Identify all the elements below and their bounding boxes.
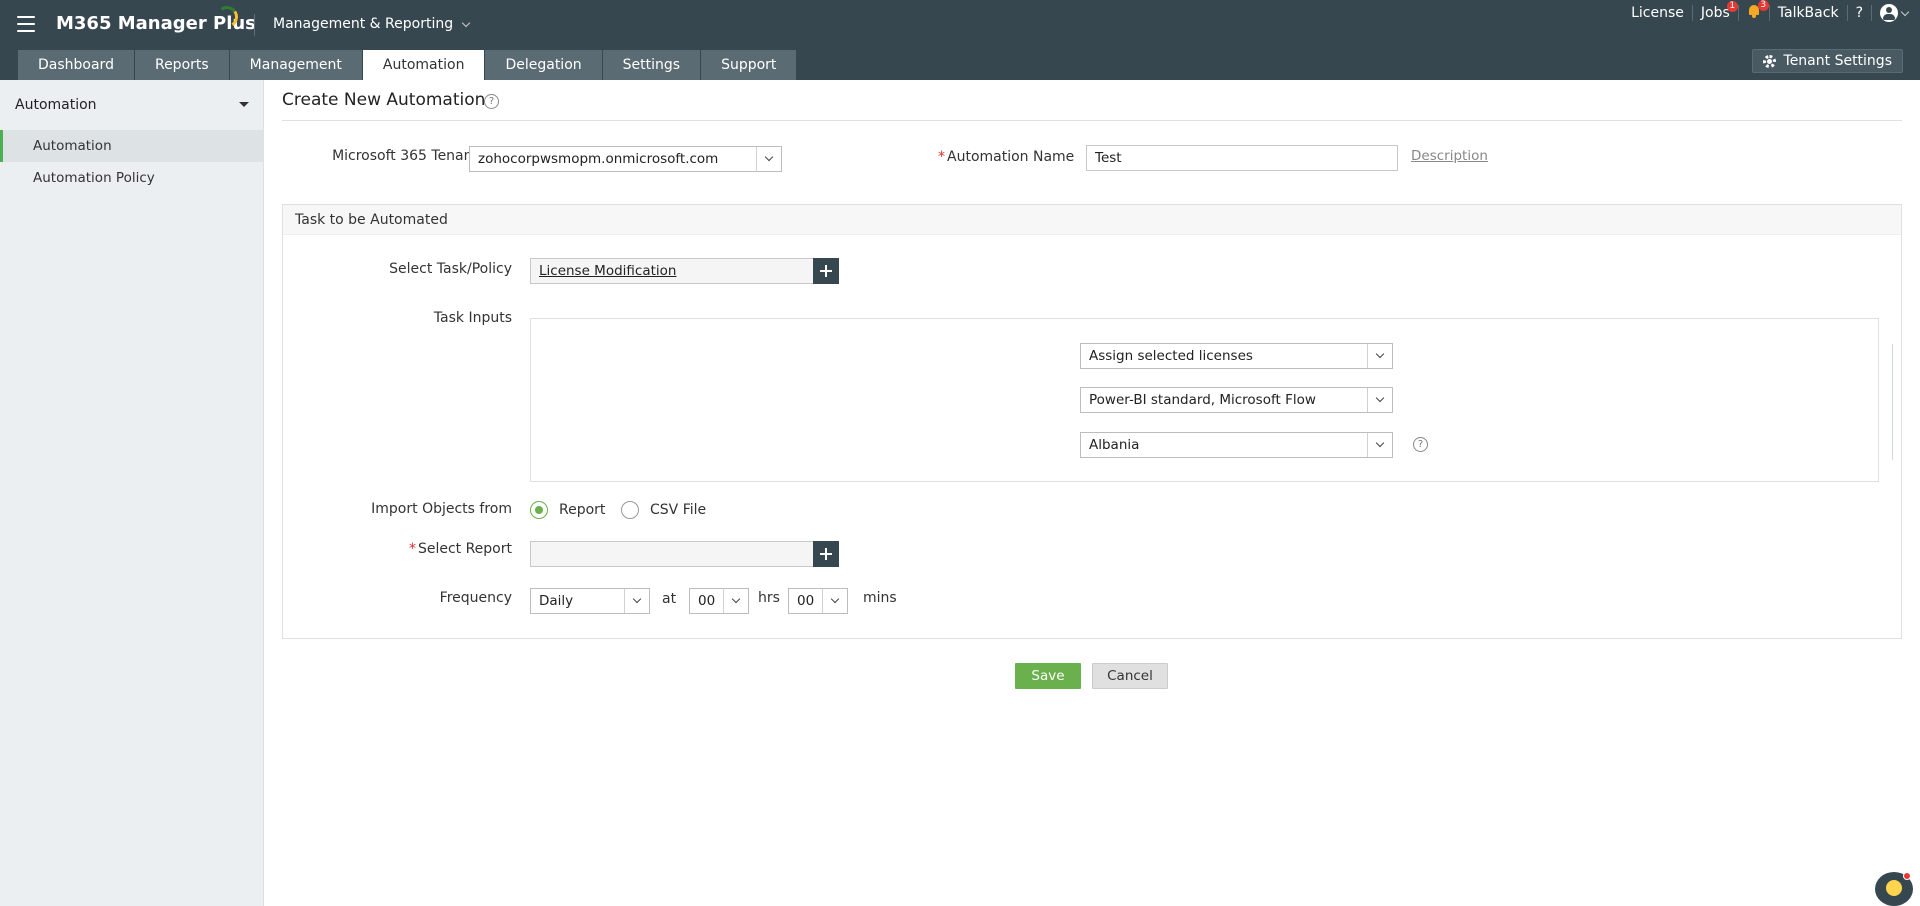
tenant-settings-label: Tenant Settings [1783,53,1892,69]
select-report-field[interactable] [530,541,839,567]
usage-location-select[interactable]: Albania [1080,432,1393,458]
hamburger-menu-icon[interactable] [17,16,35,32]
hrs-label: hrs [758,590,780,606]
tenant-label: Microsoft 365 Tenant [332,148,478,164]
import-objects-label: Import Objects from [371,501,512,517]
chevron-down-icon [624,589,649,613]
panel-scrollbar[interactable] [1892,344,1893,460]
automation-name-label: * Automation Name [938,149,1074,165]
at-label: at [662,591,677,607]
tenant-select-value: zohocorpwsmopm.onmicrosoft.com [478,151,719,167]
help-icon[interactable]: ? [484,94,499,109]
task-inputs-label: Task Inputs [433,310,512,326]
usage-location-value: Albania [1089,437,1140,453]
jobs-link[interactable]: Jobs 1 [1693,1,1738,21]
required-marker: * [408,541,416,557]
task-field: License Modification [530,258,839,284]
sidebar-item-automation-policy[interactable]: Automation Policy [0,162,263,194]
assign-licenses-value: Assign selected licenses [1089,348,1253,364]
task-label: Select Task/Policy [389,261,512,277]
user-avatar-icon [1880,4,1898,22]
assign-licenses-select[interactable]: Assign selected licenses [1080,343,1393,369]
tab-automation[interactable]: Automation [362,50,485,80]
minutes-select[interactable]: 00 [788,588,848,614]
title-divider [282,120,1902,121]
csv-file-radio[interactable] [621,501,639,519]
caret-down-icon [239,102,249,107]
select-report-label: * Select Report [282,541,512,557]
header-divider [254,14,255,36]
license-link[interactable]: License [1623,5,1692,21]
chat-notification-dot [1903,872,1911,880]
report-radio[interactable] [530,501,548,519]
task-link[interactable]: License Modification [539,259,676,283]
usage-location-help-icon[interactable]: ? [1413,437,1428,452]
task-section-title: Task to be Automated [283,205,1901,235]
frequency-select[interactable]: Daily [530,588,650,614]
sidebar-item-automation[interactable]: Automation [0,130,263,162]
chevron-down-icon [1367,388,1392,412]
help-link[interactable]: ? [1848,5,1871,21]
mins-label: mins [863,590,897,606]
sidebar-heading: Automation [15,97,97,113]
csv-file-radio-label[interactable]: CSV File [650,502,706,518]
tab-delegation[interactable]: Delegation [485,50,602,80]
hours-select[interactable]: 00 [689,588,749,614]
main-nav-tabs: Dashboard Reports Management Automation … [18,50,797,80]
chevron-down-icon [1367,433,1392,457]
chevron-down-icon [822,589,847,613]
module-switcher-label: Management & Reporting [273,16,454,32]
tenant-select[interactable]: zohocorpwsmopm.onmicrosoft.com [469,146,782,172]
user-menu[interactable] [1872,4,1920,22]
notifications-badge: 3 [1757,0,1769,11]
select-licenses-value: Power-BI standard, Microsoft Flow [1089,392,1316,408]
hours-value: 00 [698,593,716,609]
sidebar: Automation Automation Automation Policy [0,80,264,906]
description-link[interactable]: Description [1411,148,1488,164]
select-licenses-select[interactable]: Power-BI standard, Microsoft Flow [1080,387,1393,413]
automation-name-input[interactable]: Test [1086,145,1398,171]
minutes-value: 00 [797,593,815,609]
add-report-button[interactable] [813,541,839,567]
tab-dashboard[interactable]: Dashboard [18,50,134,80]
tab-settings[interactable]: Settings [602,50,701,80]
gear-icon [1762,54,1776,68]
chevron-down-icon [1367,344,1392,368]
add-task-button[interactable] [813,258,839,284]
chevron-down-icon [756,147,781,171]
module-switcher[interactable]: Management & Reporting [273,16,471,32]
jobs-badge: 1 [1726,1,1738,12]
chat-assistant-icon[interactable] [1875,872,1913,906]
chevron-down-icon [1900,7,1910,16]
save-button[interactable]: Save [1015,663,1081,689]
automation-name-label-text: Automation Name [947,149,1075,165]
jobs-label: Jobs [1700,5,1730,21]
tenant-settings-button[interactable]: Tenant Settings [1751,49,1903,73]
tab-reports[interactable]: Reports [134,50,229,80]
notifications-button[interactable]: 3 [1739,0,1769,22]
chevron-down-icon [461,18,471,27]
tab-management[interactable]: Management [229,50,362,80]
sidebar-section-automation[interactable]: Automation [0,80,263,130]
talkback-link[interactable]: TalkBack [1770,5,1847,21]
select-report-label-text: Select Report [417,541,512,557]
frequency-value: Daily [539,593,574,609]
cancel-button[interactable]: Cancel [1092,663,1168,689]
page-title: Create New Automation [282,90,486,110]
required-marker: * [938,149,945,165]
frequency-label: Frequency [439,590,512,606]
chevron-down-icon [723,589,748,613]
top-header: M365 Manager Plus Management & Reporting… [0,0,1920,80]
header-utility-links: License Jobs 1 3 TalkBack ? [1623,0,1920,26]
report-radio-label[interactable]: Report [559,502,605,518]
tab-support[interactable]: Support [701,50,797,80]
